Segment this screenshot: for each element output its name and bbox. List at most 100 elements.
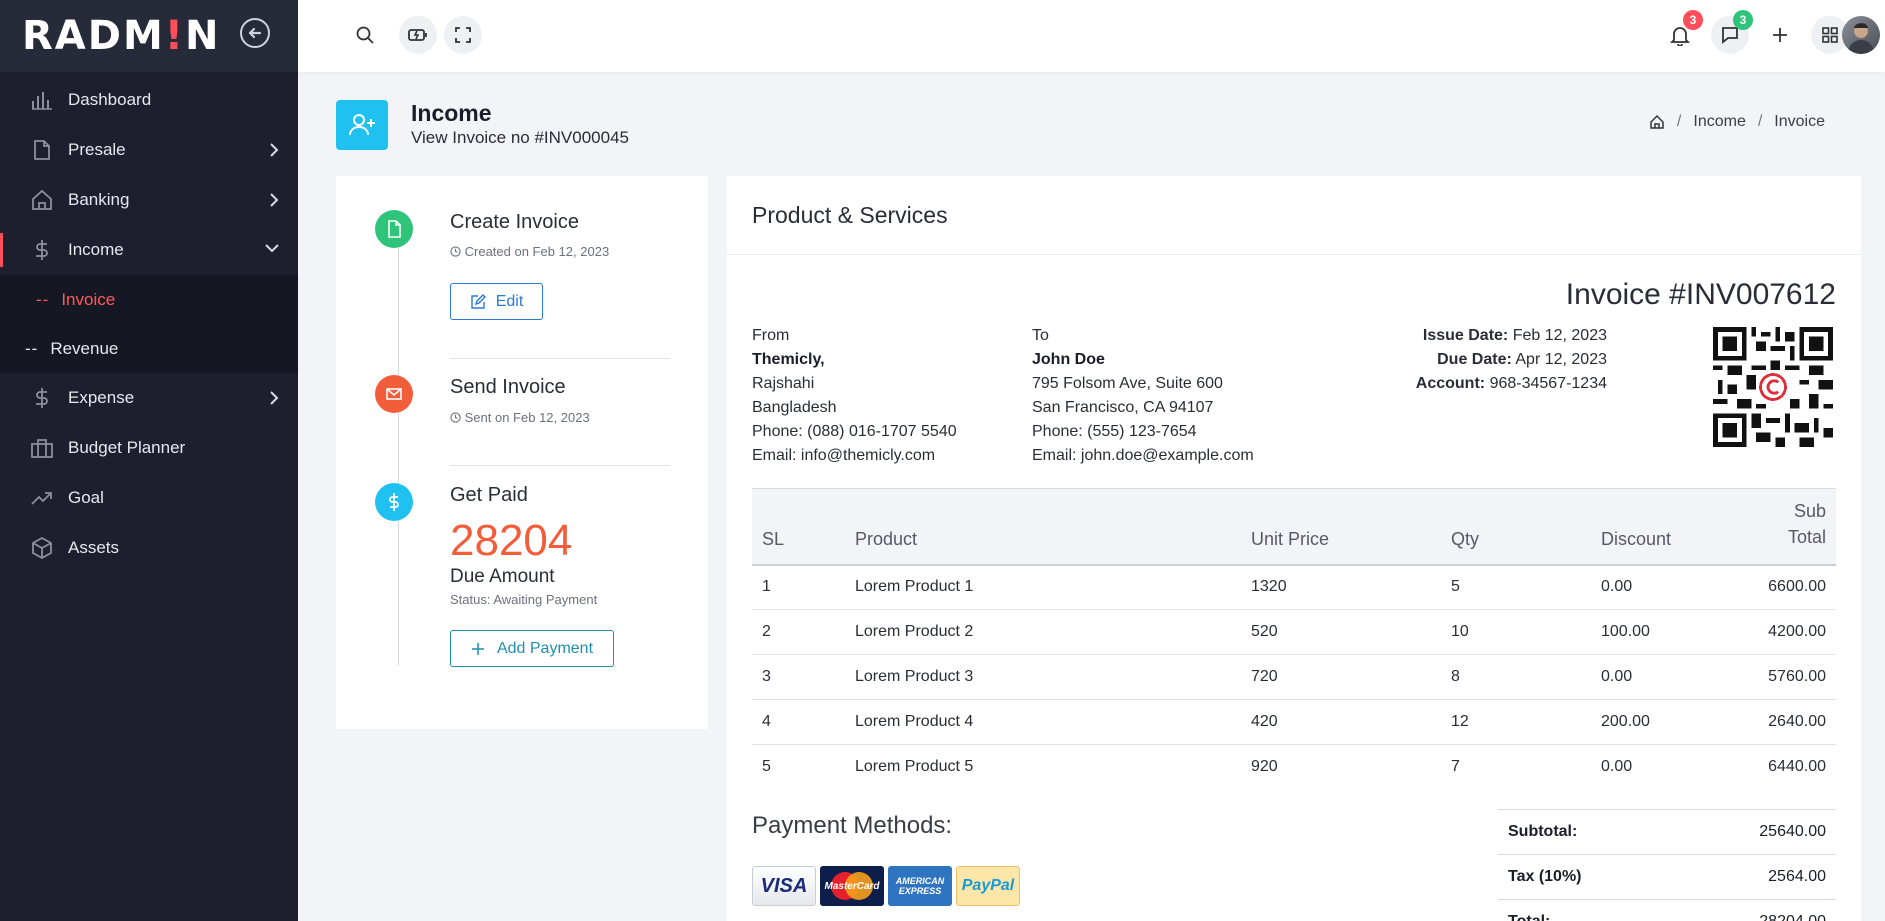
- sidebar-subitem-label: Revenue: [50, 338, 119, 358]
- sidebar-item-banking[interactable]: Banking: [0, 175, 298, 225]
- column-header-qty: Qty: [1441, 488, 1591, 566]
- dash-marker: --: [25, 338, 39, 358]
- sidebar-item-label: Banking: [68, 190, 130, 209]
- cell-sl: 4: [752, 699, 845, 745]
- sidebar-subitem-invoice[interactable]: -- Invoice: [0, 275, 298, 324]
- breadcrumb-income[interactable]: Income: [1693, 113, 1745, 131]
- send-invoice-date: Sent on Feb 12, 2023: [464, 410, 590, 425]
- tax-value: 2564.00: [1673, 854, 1836, 900]
- due-date-row: Due Date: Apr 12, 2023: [1287, 348, 1607, 372]
- sidebar-item-expense[interactable]: Expense: [0, 373, 298, 423]
- sidebar-item-label: Expense: [68, 388, 135, 407]
- paypal-label-pay: Pay: [961, 877, 991, 894]
- to-phone: Phone: (555) 123-7654: [1032, 423, 1197, 440]
- sidebar-subitem-revenue[interactable]: -- Revenue: [0, 324, 298, 373]
- plus-icon: [471, 642, 484, 655]
- invoice-dates: Issue Date: Feb 12, 2023 Due Date: Apr 1…: [1287, 324, 1607, 396]
- account-label: Account:: [1415, 375, 1486, 392]
- table-row: 3 Lorem Product 3 720 8 0.00 5760.00: [752, 654, 1836, 700]
- issue-date-row: Issue Date: Feb 12, 2023: [1287, 324, 1607, 348]
- cell-discount: 200.00: [1591, 699, 1731, 745]
- notifications-button[interactable]: 3: [1661, 10, 1703, 54]
- home-icon[interactable]: [1649, 114, 1665, 130]
- page-subtitle: View Invoice no #INV000045: [411, 128, 630, 147]
- sidebar-item-label: Goal: [68, 488, 104, 507]
- sidebar-item-dashboard[interactable]: Dashboard: [0, 75, 298, 125]
- table-row: 5 Lorem Product 5 920 7 0.00 6440.00: [752, 745, 1836, 790]
- timeline-line: [398, 226, 399, 666]
- subtotal-label: Subtotal:: [1498, 809, 1674, 855]
- cell-unit-price: 520: [1241, 609, 1441, 655]
- user-avatar-image: [1847, 23, 1875, 54]
- avatar[interactable]: [1842, 16, 1880, 54]
- invoice-number: Invoice #INV007612: [1565, 278, 1836, 311]
- create-step-dot: [375, 210, 413, 248]
- column-header-sl: SL: [752, 488, 845, 566]
- send-invoice-title: Send Invoice: [450, 376, 566, 398]
- create-invoice-title: Create Invoice: [450, 211, 579, 233]
- logo[interactable]: RADM!N: [22, 13, 221, 59]
- edit-button[interactable]: Edit: [450, 283, 543, 320]
- plus-icon: [1773, 28, 1787, 42]
- user-plus-icon: [349, 114, 375, 136]
- cell-discount: 100.00: [1591, 609, 1731, 655]
- cell-qty: 10: [1441, 609, 1591, 655]
- mail-icon: [386, 388, 402, 400]
- collapse-sidebar-button[interactable]: [240, 18, 270, 48]
- cell-unit-price: 420: [1241, 699, 1441, 745]
- briefcase-icon: [31, 439, 53, 458]
- account-row: Account: 968-34567-1234: [1287, 372, 1607, 396]
- sidebar-item-goal[interactable]: Goal: [0, 473, 298, 523]
- cell-discount: 0.00: [1591, 564, 1731, 610]
- file-icon: [388, 220, 401, 238]
- battery-charging-icon: [408, 29, 427, 41]
- cell-sl: 5: [762, 758, 771, 776]
- dollar-icon: [389, 493, 399, 511]
- breadcrumb-invoice: Invoice: [1774, 113, 1825, 130]
- cell-subtotal: 5760.00: [1731, 654, 1836, 700]
- chevron-down-icon: [265, 244, 279, 253]
- cell-qty: 5: [1441, 564, 1591, 610]
- bar-chart-icon: [32, 92, 52, 110]
- messages-button[interactable]: 3: [1711, 10, 1753, 54]
- fullscreen-icon: [455, 27, 471, 43]
- breadcrumb-separator: /: [1676, 113, 1682, 130]
- sidebar-item-income[interactable]: Income: [0, 225, 298, 275]
- due-date-label: Due Date:: [1437, 351, 1512, 368]
- cell-sl: 1: [752, 564, 845, 610]
- clock-icon: [450, 412, 461, 423]
- dollar-icon: [36, 388, 48, 408]
- messages-badge: 3: [1733, 10, 1753, 30]
- issue-date-value: Feb 12, 2023: [1512, 327, 1607, 344]
- trending-up-icon: [31, 492, 52, 505]
- column-header-sub-total: Sub Total: [1731, 488, 1836, 566]
- to-street: 795 Folsom Ave, Suite 600: [1032, 375, 1223, 392]
- cell-product: Lorem Product 5: [855, 758, 974, 776]
- chevron-right-icon: [270, 143, 279, 157]
- cell-product: Lorem Product 1: [845, 564, 1241, 610]
- total-value: 28204.00: [1673, 899, 1836, 921]
- fullscreen-button[interactable]: [444, 16, 482, 54]
- sidebar-item-presale[interactable]: Presale: [0, 125, 298, 175]
- from-label: From: [752, 327, 790, 344]
- file-icon: [34, 140, 50, 160]
- cell-subtotal: 6600.00: [1731, 564, 1836, 610]
- cell-discount: 0.00: [1591, 654, 1731, 700]
- invoice-card: Product & Services Invoice #INV007612 Fr…: [727, 176, 1861, 921]
- to-email: Email: john.doe@example.com: [1032, 447, 1254, 464]
- sidebar-item-assets[interactable]: Assets: [0, 523, 298, 573]
- total-label: Total:: [1498, 899, 1674, 921]
- add-payment-button[interactable]: Add Payment: [450, 630, 614, 667]
- mastercard-label: MasterCard: [824, 880, 880, 892]
- issue-date-label: Issue Date:: [1422, 327, 1509, 344]
- invoice-timeline-card: Create Invoice Created on Feb 12, 2023 E…: [336, 176, 708, 729]
- visa-label: VISA: [760, 874, 808, 897]
- add-button[interactable]: [1761, 16, 1799, 54]
- theme-toggle-button[interactable]: [399, 16, 437, 54]
- sidebar-item-label: Income: [68, 240, 124, 259]
- search-button[interactable]: [346, 16, 384, 54]
- paypal-label-pal: Pal: [990, 877, 1015, 894]
- cell-unit-price: 720: [1241, 654, 1441, 700]
- clock-icon: [450, 246, 461, 257]
- sidebar-item-budget-planner[interactable]: Budget Planner: [0, 423, 298, 473]
